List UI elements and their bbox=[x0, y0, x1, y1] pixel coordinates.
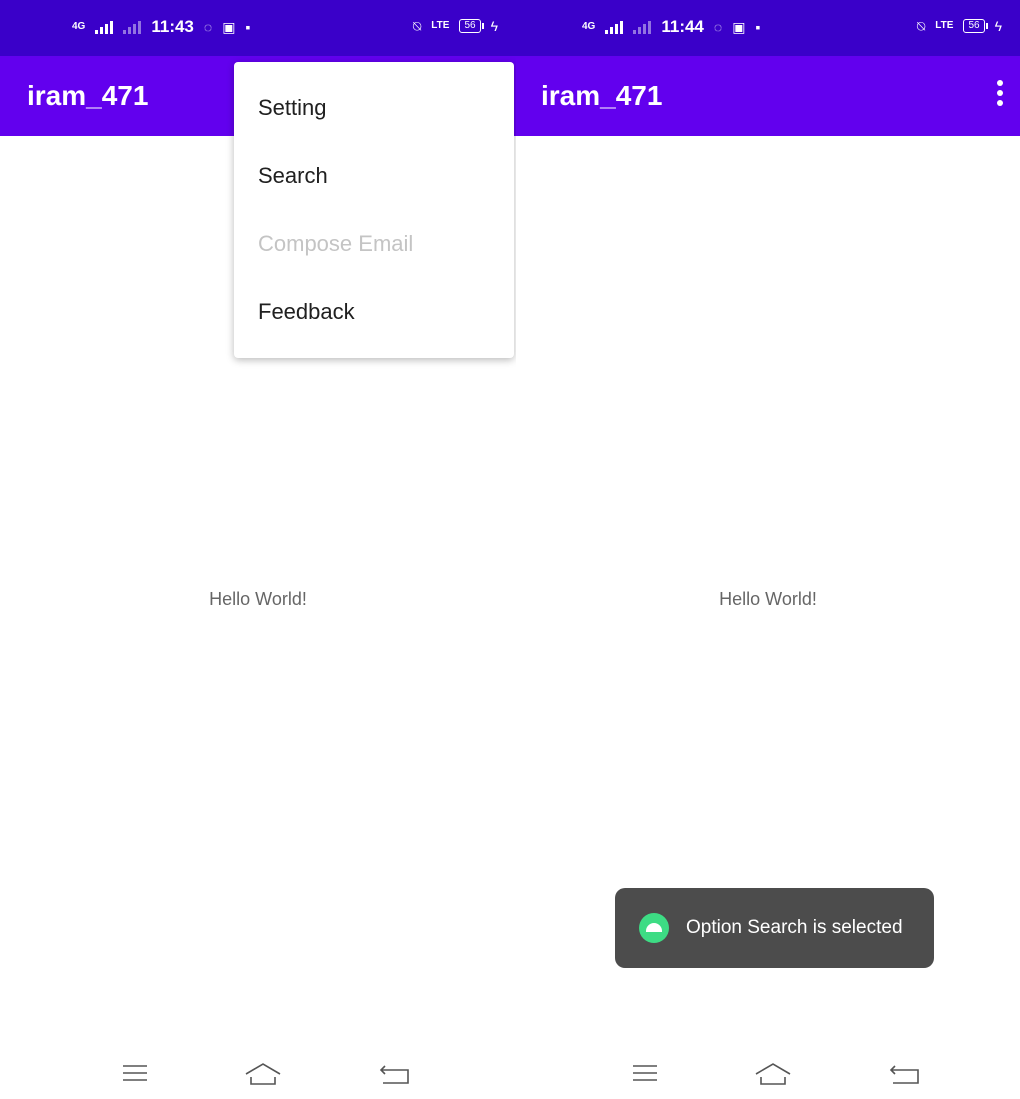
network-type: 4G bbox=[582, 21, 596, 32]
right-phone-screen: 4G 11:44 ◌ ▣ ▪ ⍉ LTE 56 ϟ iram_471 Hello… bbox=[516, 0, 1020, 1099]
menu-item-feedback[interactable]: Feedback bbox=[234, 278, 514, 346]
hello-text: Hello World! bbox=[719, 589, 817, 609]
volte-icon: LTE bbox=[935, 20, 954, 31]
notification-icon: ▪ bbox=[755, 19, 761, 35]
toast-text: Option Search is selected bbox=[686, 917, 903, 938]
battery-icon: 56 bbox=[459, 19, 484, 33]
status-left-group: 4G 11:43 ◌ ▣ ▪ bbox=[72, 17, 250, 37]
overflow-menu-icon[interactable] bbox=[994, 80, 1006, 110]
signal-icon bbox=[605, 20, 624, 34]
mute-icon: ⍉ bbox=[916, 18, 926, 34]
app-bar: iram_471 bbox=[516, 56, 1020, 136]
navigation-bar bbox=[0, 1060, 516, 1099]
charging-icon: ϟ bbox=[490, 18, 498, 34]
network-type: 4G bbox=[72, 21, 86, 32]
nav-menu-icon[interactable] bbox=[120, 1060, 164, 1096]
left-phone-screen: 4G 11:43 ◌ ▣ ▪ ⍉ LTE 56 ϟ iram_471 Hello… bbox=[0, 0, 516, 1099]
nav-menu-icon[interactable] bbox=[630, 1060, 674, 1096]
app-title: iram_471 bbox=[27, 80, 149, 111]
notification-icon: ▪ bbox=[245, 19, 251, 35]
status-right-group: ⍉ LTE 56 ϟ bbox=[917, 19, 1002, 33]
signal-icon-secondary bbox=[123, 20, 142, 34]
hello-text: Hello World! bbox=[209, 589, 307, 609]
mute-icon: ⍉ bbox=[412, 18, 422, 34]
status-time: 11:44 bbox=[661, 17, 704, 36]
nav-back-icon[interactable] bbox=[885, 1060, 929, 1096]
status-left-group: 4G 11:44 ◌ ▣ ▪ bbox=[582, 17, 760, 37]
whatsapp-icon: ◌ bbox=[713, 19, 723, 35]
signal-icon bbox=[95, 20, 114, 34]
instagram-icon: ▣ bbox=[222, 19, 236, 35]
nav-back-icon[interactable] bbox=[375, 1060, 419, 1096]
nav-home-icon[interactable] bbox=[242, 1060, 286, 1096]
status-bar: 4G 11:44 ◌ ▣ ▪ ⍉ LTE 56 ϟ bbox=[516, 0, 1020, 56]
overflow-menu-popup: Setting Search Compose Email Feedback bbox=[234, 62, 514, 358]
android-icon bbox=[639, 913, 669, 943]
charging-icon: ϟ bbox=[994, 18, 1002, 34]
signal-icon-secondary bbox=[633, 20, 652, 34]
status-bar: 4G 11:43 ◌ ▣ ▪ ⍉ LTE 56 ϟ bbox=[0, 0, 516, 56]
volte-icon: LTE bbox=[431, 20, 450, 31]
whatsapp-icon: ◌ bbox=[203, 19, 213, 35]
app-title: iram_471 bbox=[541, 80, 663, 111]
instagram-icon: ▣ bbox=[732, 19, 746, 35]
navigation-bar bbox=[516, 1060, 1020, 1099]
menu-item-setting[interactable]: Setting bbox=[234, 74, 514, 142]
menu-item-compose-email: Compose Email bbox=[258, 231, 414, 256]
menu-item-search[interactable]: Search bbox=[234, 142, 514, 210]
status-time: 11:43 bbox=[151, 17, 194, 36]
nav-home-icon[interactable] bbox=[752, 1060, 796, 1096]
toast-message: Option Search is selected bbox=[615, 888, 934, 968]
battery-icon: 56 bbox=[963, 19, 988, 33]
status-right-group: ⍉ LTE 56 ϟ bbox=[413, 19, 498, 33]
